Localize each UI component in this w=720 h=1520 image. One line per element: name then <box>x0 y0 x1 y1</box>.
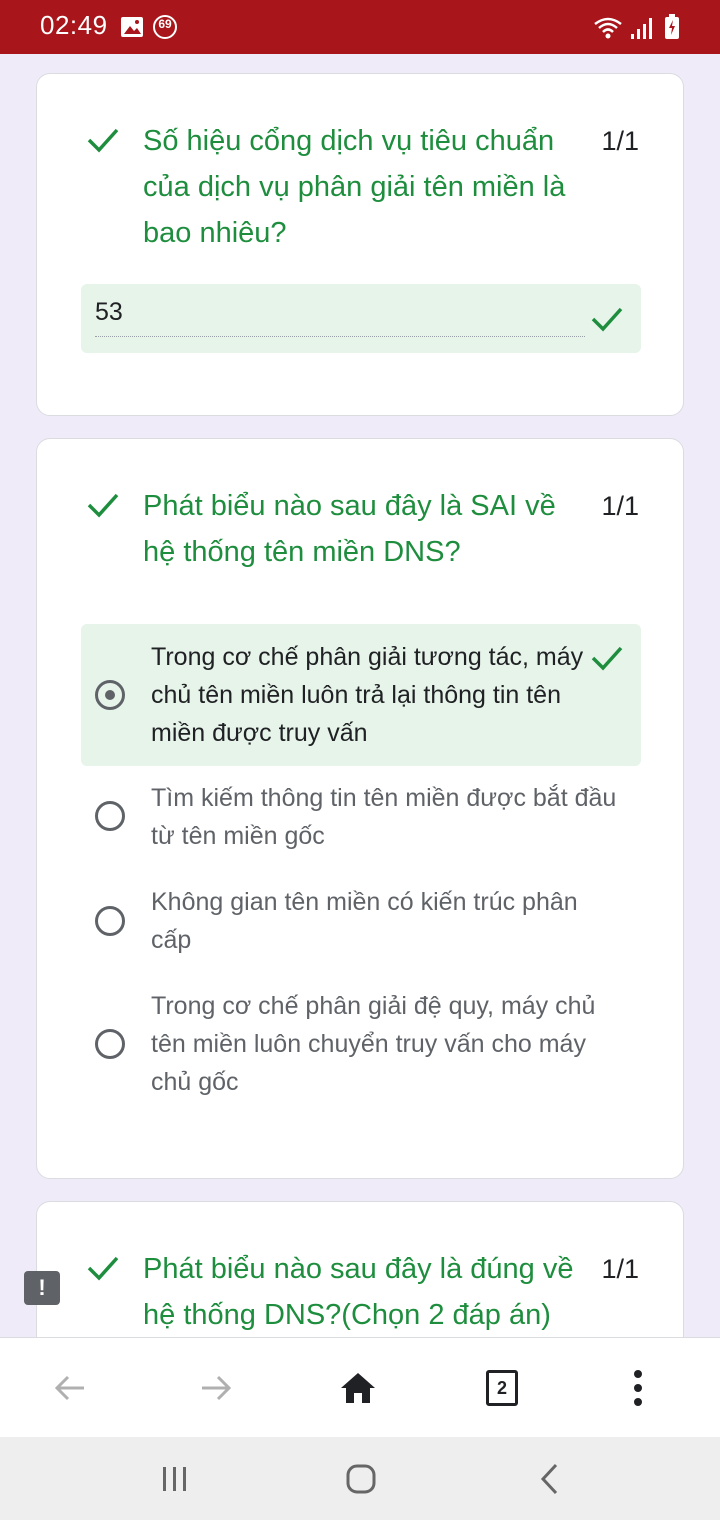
question-card-1: Số hiệu cổng dịch vụ tiêu chuẩn của dịch… <box>36 73 684 416</box>
option-selected-correct[interactable]: Trong cơ chế phân giải tương tác, máy ch… <box>81 624 641 766</box>
browser-toolbar: 2 <box>0 1337 720 1438</box>
question-score: 1/1 <box>601 491 639 521</box>
android-nav-bar <box>0 1437 720 1520</box>
report-issue-button[interactable]: ! <box>24 1271 60 1305</box>
radio-button-selected[interactable] <box>95 680 125 710</box>
option-label: Trong cơ chế phân giải tương tác, máy ch… <box>151 643 584 747</box>
correct-check-icon <box>87 128 119 153</box>
answer-box: 53 <box>81 284 641 353</box>
status-bar: 02:49 69 <box>0 0 720 54</box>
back-arrow-icon[interactable] <box>50 1368 90 1408</box>
image-icon <box>121 17 143 37</box>
question-card-2: Phát biểu nào sau đây là SAI về hệ thống… <box>36 438 684 1179</box>
menu-icon[interactable] <box>618 1368 658 1408</box>
wifi-icon <box>594 17 622 39</box>
correct-check-icon <box>87 1256 119 1281</box>
question-score: 1/1 <box>601 126 639 156</box>
option-label: Tìm kiếm thông tin tên miền được bắt đầu… <box>151 784 617 850</box>
battery-icon <box>665 14 679 39</box>
radio-button[interactable] <box>95 1029 125 1059</box>
signal-icon <box>631 18 652 39</box>
correct-check-icon <box>87 493 119 518</box>
text-answer: 53 <box>95 298 123 326</box>
forward-arrow-icon[interactable] <box>196 1368 236 1408</box>
home-icon[interactable] <box>338 1368 378 1408</box>
tabs-icon[interactable]: 2 <box>486 1370 518 1406</box>
radio-dot <box>105 690 115 700</box>
radio-button[interactable] <box>95 906 125 936</box>
question-title: Phát biểu nào sau đây là đúng về hệ thốn… <box>143 1253 574 1331</box>
home-circle-icon[interactable] <box>341 1459 381 1499</box>
status-time: 02:49 <box>40 10 108 40</box>
back-chevron-icon[interactable] <box>530 1459 570 1499</box>
recent-apps-icon[interactable] <box>155 1459 195 1499</box>
question-title: Số hiệu cổng dịch vụ tiêu chuẩn của dịch… <box>143 125 566 249</box>
radio-button[interactable] <box>95 801 125 831</box>
answer-correct-check-icon <box>591 307 623 332</box>
question-title: Phát biểu nào sau đây là SAI về hệ thống… <box>143 490 556 568</box>
question-score: 1/1 <box>601 1254 639 1284</box>
option-label: Trong cơ chế phân giải đệ quy, máy chủ t… <box>151 992 596 1096</box>
option-correct-check-icon <box>591 646 623 671</box>
answer-underline <box>95 336 585 337</box>
notification-count: 69 <box>158 17 172 31</box>
option-label: Không gian tên miền có kiến trúc phân cấ… <box>151 888 578 954</box>
